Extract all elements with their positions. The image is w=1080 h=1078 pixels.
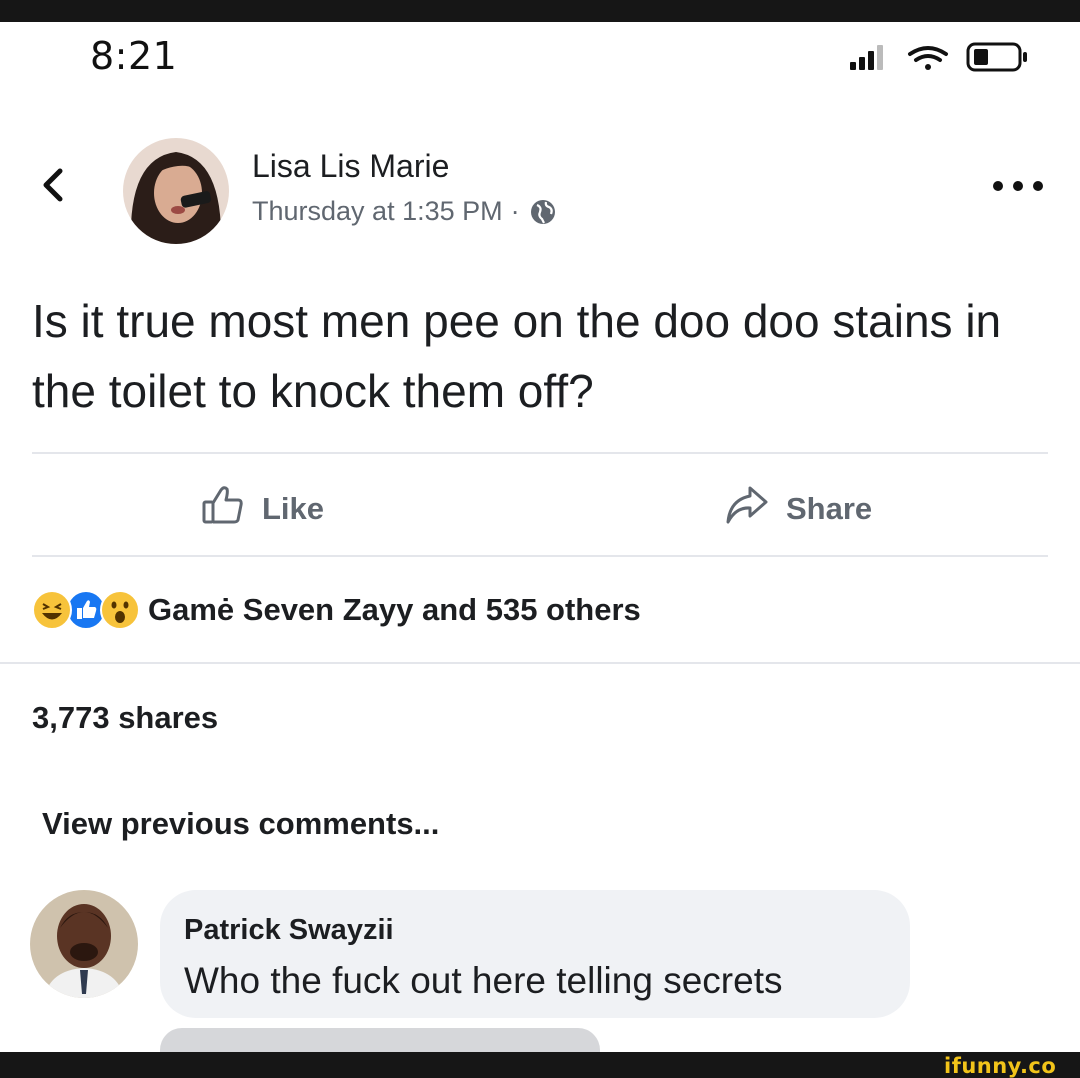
divider-reactions	[0, 662, 1080, 664]
facebook-post-screen: 8:21 Lisa Lis Marie Thursday at 1:35 PM …	[0, 0, 1080, 1078]
top-black-bar	[0, 0, 1080, 22]
thumbs-up-icon	[200, 482, 246, 536]
divider-top	[32, 452, 1048, 454]
comment-bubble: Patrick Swayzii Who the fuck out here te…	[160, 890, 910, 1018]
reactions-text: Gamė Seven Zayy and 535 others	[148, 592, 641, 627]
view-previous-comments-link[interactable]: View previous comments...	[42, 806, 439, 842]
post-timestamp[interactable]: Thursday at 1:35 PM	[252, 196, 503, 227]
bottom-black-bar	[0, 1052, 1080, 1078]
author-avatar[interactable]	[123, 138, 229, 244]
author-name[interactable]: Lisa Lis Marie	[252, 148, 449, 185]
post-text: Is it true most men pee on the doo doo s…	[32, 295, 1002, 417]
wifi-icon	[908, 46, 948, 70]
haha-reaction-icon	[32, 590, 72, 630]
signal-icon	[850, 45, 883, 70]
share-arrow-icon	[724, 482, 770, 536]
comment-text: Who the fuck out here telling secrets	[184, 960, 783, 1001]
share-label: Share	[786, 491, 873, 526]
more-options-icon[interactable]	[990, 176, 1046, 196]
comment-author[interactable]: Patrick Swayzii	[184, 914, 394, 947]
globe-icon	[528, 197, 558, 227]
divider-actions	[32, 555, 1048, 557]
shares-count[interactable]: 3,773 shares	[32, 700, 218, 736]
post-meta: Thursday at 1:35 PM ·	[252, 196, 558, 227]
reactions-summary[interactable]: Gamė Seven Zayy and 535 others	[32, 590, 641, 630]
reaction-icons	[32, 590, 140, 630]
commenter-avatar[interactable]	[30, 890, 138, 998]
status-icons	[850, 40, 1050, 80]
meta-separator: ·	[510, 196, 520, 226]
like-label: Like	[262, 491, 325, 526]
like-button[interactable]: Like	[200, 482, 324, 536]
status-time: 8:21	[90, 34, 178, 78]
share-button[interactable]: Share	[724, 482, 872, 536]
wow-reaction-icon	[100, 590, 140, 630]
watermark: ifunny.co	[944, 1054, 1057, 1078]
back-chevron-icon[interactable]	[38, 165, 68, 205]
battery-icon	[966, 42, 1027, 72]
